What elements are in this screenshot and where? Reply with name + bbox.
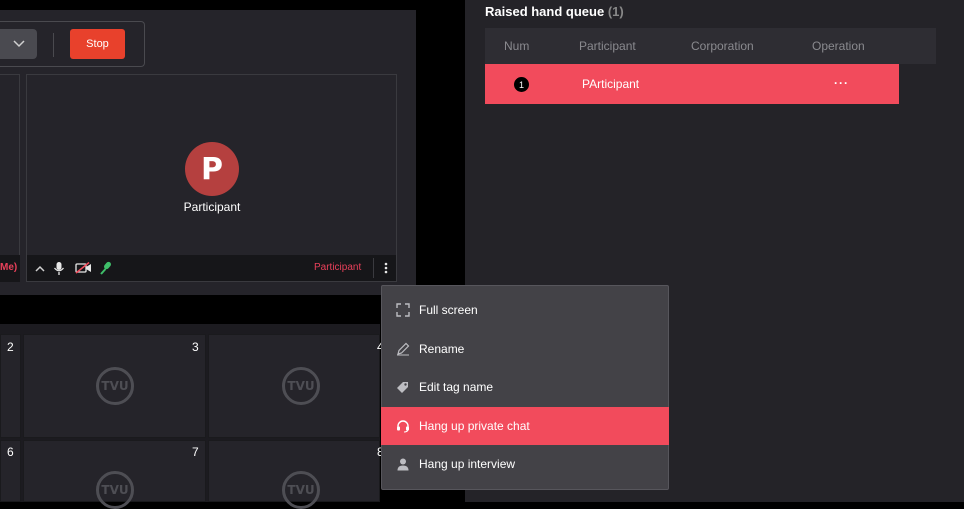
column-header-num: Num (504, 39, 530, 53)
person-icon (395, 456, 411, 472)
tag-icon (395, 379, 411, 395)
tvu-logo-icon: TVU (96, 367, 134, 405)
toolbar-divider (53, 33, 54, 57)
menu-item-edit-tag-name[interactable]: Edit tag name (381, 368, 669, 406)
chevron-down-icon (12, 40, 25, 48)
menu-item-hang-up-interview[interactable]: Hang up interview (381, 445, 669, 483)
menu-item-rename[interactable]: Rename (381, 330, 669, 368)
column-header-operation: Operation (812, 39, 865, 53)
avatar: P (185, 142, 239, 196)
self-tile-label: Me) (0, 262, 18, 273)
chevron-up-icon[interactable] (34, 262, 46, 274)
menu-item-label: Rename (419, 342, 465, 356)
column-header-participant: Participant (579, 39, 636, 53)
fullscreen-icon (395, 302, 411, 318)
menu-item-hang-up-private-chat[interactable]: Hang up private chat (381, 407, 669, 445)
menu-item-label: Edit tag name (419, 380, 494, 394)
more-vertical-icon[interactable] (380, 260, 392, 276)
menu-item-label: Hang up interview (419, 457, 516, 471)
participant-name: Participant (183, 200, 241, 214)
tvu-logo-icon: TVU (282, 471, 320, 509)
menu-item-label: Full screen (419, 303, 478, 317)
tvu-logo-icon: TVU (96, 471, 134, 509)
grid-tile-number: 2 (7, 340, 14, 354)
grid-tile-number: 6 (7, 445, 14, 459)
queue-count: (1) (607, 4, 624, 19)
menu-item-full-screen[interactable]: Full screen (381, 291, 669, 329)
queue-number-badge: 1 (514, 77, 529, 92)
grid-tile-number: 7 (192, 445, 199, 459)
microphone-icon[interactable] (52, 260, 66, 276)
pencil-icon (395, 341, 411, 357)
video-tile-self[interactable] (0, 74, 20, 282)
row-participant-name: PArticipant (582, 77, 640, 91)
panel-title-text: Raised hand queue (485, 4, 605, 19)
talk-mic-icon[interactable] (98, 260, 113, 275)
participant-role: Participant (314, 262, 362, 273)
tile-bar-divider (373, 258, 374, 278)
grid-tile-number: 3 (192, 340, 199, 354)
tvu-logo-icon: TVU (282, 367, 320, 405)
camera-off-icon[interactable] (74, 261, 92, 275)
menu-item-label: Hang up private chat (419, 419, 530, 433)
row-operation-menu-button[interactable]: ··· (834, 76, 849, 90)
headset-icon (395, 418, 411, 434)
panel-title: Raised hand queue (1) (485, 4, 624, 19)
layout-select[interactable] (0, 29, 37, 59)
stop-button[interactable]: Stop (70, 29, 125, 59)
column-header-corporation: Corporation (691, 39, 754, 53)
